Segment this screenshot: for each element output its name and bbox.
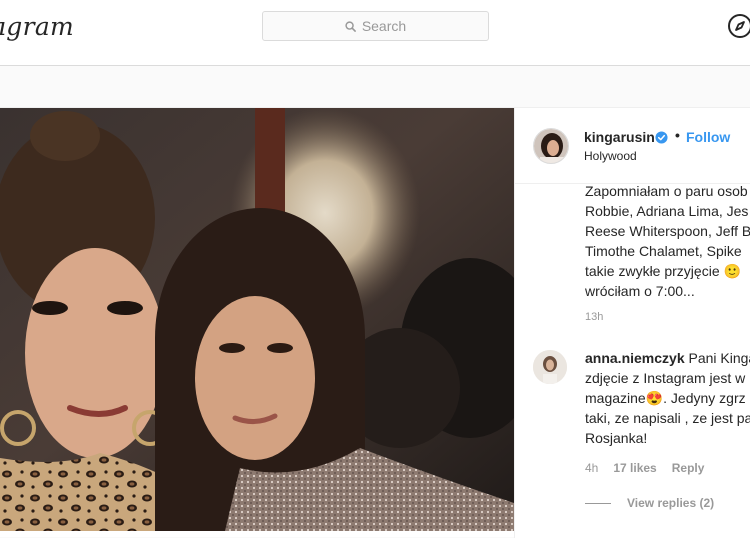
compass-icon[interactable]	[726, 12, 750, 40]
post-sidebar: kingarusin • Follow Holywood Zapomniałam…	[514, 108, 750, 538]
top-navigation-bar: ıgram Search	[0, 0, 750, 66]
search-input[interactable]: Search	[262, 11, 489, 41]
comment-meta: 4h 17 likes Reply	[585, 461, 704, 475]
post-location[interactable]: Holywood	[584, 149, 637, 163]
post-header: kingarusin • Follow Holywood	[515, 108, 750, 184]
replies-divider	[585, 502, 611, 504]
reply-button[interactable]: Reply	[672, 461, 705, 475]
search-placeholder: Search	[361, 18, 407, 34]
search-icon	[345, 20, 356, 32]
commenter-username[interactable]: anna.niemczyk	[585, 350, 685, 366]
instagram-logo[interactable]: ıgram	[0, 12, 74, 41]
post-container: kingarusin • Follow Holywood Zapomniałam…	[0, 107, 750, 538]
post-photo[interactable]	[0, 108, 514, 531]
view-replies-button[interactable]: View replies (2)	[585, 496, 714, 510]
author-username[interactable]: kingarusin	[584, 129, 655, 145]
post-caption: Zapomniałam o paru osob Robbie, Adriana …	[585, 183, 750, 299]
commenter-avatar[interactable]	[533, 350, 567, 384]
comment-text: anna.niemczyk Pani Kinga zdjęcie z Insta…	[585, 348, 750, 448]
follow-button[interactable]: Follow	[686, 129, 730, 145]
verified-badge-icon	[655, 131, 668, 144]
page-background	[0, 66, 750, 107]
separator-dot: •	[675, 127, 680, 143]
view-replies-label: View replies (2)	[627, 496, 715, 510]
comment-timestamp[interactable]: 4h	[585, 461, 598, 475]
caption-timestamp[interactable]: 13h	[585, 311, 603, 323]
comment-likes[interactable]: 17 likes	[613, 461, 656, 475]
author-avatar[interactable]	[533, 128, 569, 164]
